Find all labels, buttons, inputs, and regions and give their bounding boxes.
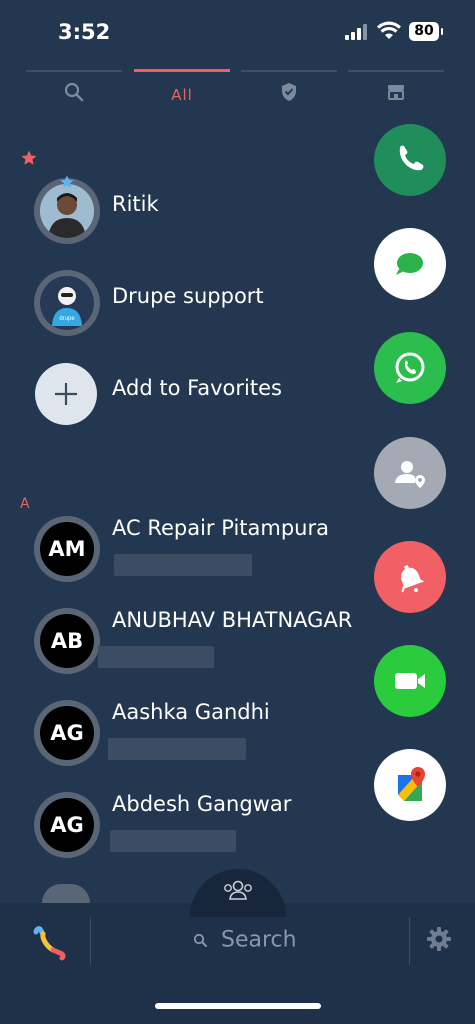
contact-name: Aashka Gandhi	[112, 700, 270, 724]
tab-all-label: All	[171, 86, 193, 104]
whatsapp-icon	[395, 352, 425, 383]
favorite-star-badge-icon	[60, 175, 74, 188]
contact-name: ANUBHAV BHATNAGAR	[112, 608, 353, 632]
blurred-phone-number	[110, 830, 236, 852]
avatar: drupe	[34, 270, 100, 336]
avatar: AG	[34, 700, 100, 766]
tab-all[interactable]: All	[134, 68, 230, 112]
dialer-button[interactable]	[28, 922, 72, 966]
shield-icon	[282, 83, 296, 101]
avatar-initials: AM	[40, 522, 94, 576]
battery-indicator: 80	[409, 22, 443, 41]
search-icon	[64, 82, 84, 102]
list-item[interactable]: AM AC Repair Pitampura	[34, 516, 364, 586]
favorite-contact[interactable]: Ritik	[34, 175, 364, 248]
settings-button[interactable]	[424, 924, 454, 954]
search-input[interactable]: Search	[193, 927, 297, 953]
divider	[409, 917, 410, 965]
contact-location-button[interactable]	[374, 437, 446, 509]
gear-icon	[427, 927, 451, 951]
drupe-mascot-image: drupe	[52, 287, 82, 326]
reminder-button[interactable]	[374, 541, 446, 613]
avatar-initials: AB	[40, 614, 94, 668]
favorite-contact[interactable]: drupe Drupe support	[34, 270, 364, 340]
tab-store[interactable]	[348, 68, 444, 112]
signal-icon	[345, 24, 367, 40]
message-icon	[396, 253, 423, 275]
avatar-initials: AG	[40, 798, 94, 852]
sms-button[interactable]	[374, 228, 446, 300]
divider	[90, 917, 91, 965]
blurred-phone-number	[98, 646, 214, 668]
avatar-initials: AG	[40, 706, 94, 760]
phone-call-button[interactable]	[374, 124, 446, 196]
svg-text:drupe: drupe	[59, 316, 75, 322]
list-item[interactable]: AG Aashka Gandhi	[34, 700, 364, 770]
whatsapp-button[interactable]	[374, 332, 446, 404]
facetime-button[interactable]	[374, 645, 446, 717]
home-indicator	[155, 1003, 321, 1009]
phone-icon	[399, 145, 424, 171]
contact-location-icon	[395, 461, 425, 488]
add-icon	[35, 363, 97, 425]
status-time: 3:52	[58, 20, 111, 44]
blurred-phone-number	[114, 554, 252, 576]
tab-bar: All	[0, 68, 475, 112]
contact-name: Drupe support	[112, 284, 264, 308]
dialer-logo-icon	[33, 926, 66, 961]
reminder-bell-icon	[401, 565, 425, 593]
google-maps-button[interactable]	[374, 749, 446, 821]
section-header: A	[20, 496, 30, 512]
contact-name: Ritik	[112, 192, 159, 216]
tab-blocked[interactable]	[241, 68, 337, 112]
wifi-icon	[377, 21, 401, 39]
contact-photo	[40, 184, 94, 238]
tab-search[interactable]	[26, 68, 122, 112]
google-maps-icon	[398, 767, 425, 801]
contact-name: AC Repair Pitampura	[112, 516, 329, 540]
list-item[interactable]: AB ANUBHAV BHATNAGAR	[34, 608, 364, 678]
add-to-favorites-label: Add to Favorites	[112, 376, 282, 400]
avatar: AB	[34, 608, 100, 674]
avatar	[42, 884, 90, 903]
video-camera-icon	[395, 673, 425, 689]
add-to-favorites-button[interactable]: Add to Favorites	[34, 362, 364, 432]
list-item[interactable]: AG Abdesh Gangwar	[34, 792, 364, 862]
group-icon	[224, 880, 252, 900]
blurred-phone-number	[108, 738, 246, 760]
search-icon	[193, 933, 207, 947]
avatar: AM	[34, 516, 100, 582]
status-bar: 3:52 80	[0, 0, 475, 64]
search-placeholder: Search	[221, 927, 297, 953]
contact-name: Abdesh Gangwar	[112, 792, 292, 816]
favorites-star-icon	[21, 150, 37, 165]
avatar: AG	[34, 792, 100, 858]
store-icon	[388, 85, 404, 100]
contacts-drawer-handle[interactable]	[190, 869, 286, 917]
